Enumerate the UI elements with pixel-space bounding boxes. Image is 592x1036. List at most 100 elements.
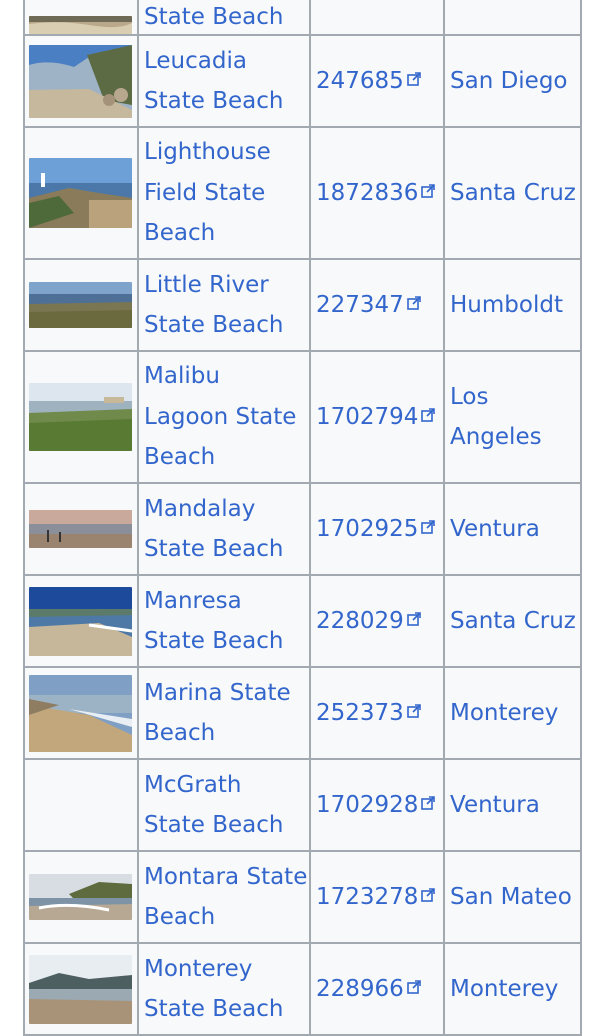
beach-name-cell: Little River State Beach (137, 258, 311, 352)
thumbnail-cell (23, 482, 139, 576)
county-link[interactable]: Ventura (450, 792, 540, 818)
county-cell: Ventura (443, 482, 582, 576)
beach-name-link[interactable]: Mandalay State Beach (144, 496, 283, 563)
beach-name-cell: McGrath State Beach (137, 758, 311, 852)
id-link[interactable]: 227347 (316, 292, 421, 318)
table-row: Marina State Beach 252373 Monterey (23, 666, 582, 760)
thumbnail-cell (23, 258, 139, 352)
id-cell (309, 0, 445, 36)
table-row: Mandalay State Beach 1702925 Ventura (23, 482, 582, 576)
beach-name-link[interactable]: Marina State Beach (144, 680, 291, 747)
external-link-icon (421, 519, 436, 534)
id-cell: 227347 (309, 258, 445, 352)
external-link-icon (407, 979, 421, 994)
state-beaches-table-wrapper: State Beach Leucadia State Beach 247685 … (23, 0, 582, 1036)
id-link[interactable]: 1723278 (316, 884, 436, 910)
county-cell: Monterey (443, 666, 582, 760)
beach-name-link[interactable]: Leucadia State Beach (144, 48, 283, 115)
beach-name-link[interactable]: Little River State Beach (144, 272, 283, 339)
thumbnail-cell (23, 574, 139, 668)
lighthouse-thumbnail[interactable] (29, 158, 132, 228)
beach-name-cell: Mandalay State Beach (137, 482, 311, 576)
table-row: Manresa State Beach 228029 Santa Cruz (23, 574, 582, 668)
beach-thumbnail[interactable] (29, 16, 132, 34)
external-link-icon (421, 407, 436, 422)
table-row: Little River State Beach 227347 Humboldt (23, 258, 582, 352)
id-cell: 247685 (309, 34, 445, 128)
county-cell: Monterey (443, 942, 582, 1036)
thumbnail-cell (23, 942, 139, 1036)
thumbnail-cell (23, 850, 139, 944)
id-cell: 1702794 (309, 350, 445, 484)
id-link[interactable]: 228029 (316, 608, 421, 634)
beach-name-cell: Lighthouse Field State Beach (137, 126, 311, 260)
id-link[interactable]: 252373 (316, 700, 421, 726)
malibu-thumbnail[interactable] (29, 383, 132, 451)
beach-name-cell: Malibu Lagoon State Beach (137, 350, 311, 484)
manresa-thumbnail[interactable] (29, 586, 132, 656)
external-link-icon (421, 887, 436, 902)
id-link[interactable]: 1702925 (316, 516, 436, 542)
id-cell: 1872836 (309, 126, 445, 260)
beach-name-link[interactable]: State Beach (144, 4, 283, 30)
table-row: McGrath State Beach 1702928 Ventura (23, 758, 582, 852)
thumbnail-cell (23, 350, 139, 484)
table-row: Monterey State Beach 228966 Monterey (23, 942, 582, 1036)
county-cell: Santa Cruz (443, 126, 582, 260)
thumbnail-cell (23, 126, 139, 260)
id-cell: 228029 (309, 574, 445, 668)
thumbnail-cell (23, 758, 139, 852)
county-link[interactable]: Monterey (450, 700, 558, 726)
external-link-icon (407, 295, 421, 310)
id-link[interactable]: 228966 (316, 976, 421, 1002)
county-cell: San Mateo (443, 850, 582, 944)
beach-name-link[interactable]: Montara State Beach (144, 864, 307, 931)
county-cell: San Diego (443, 34, 582, 128)
table-row: Malibu Lagoon State Beach 1702794 Los An… (23, 350, 582, 484)
table-row: Leucadia State Beach 247685 San Diego (23, 34, 582, 128)
county-link[interactable]: Los Angeles (450, 384, 542, 451)
beach-name-cell: State Beach (137, 0, 311, 36)
marina-thumbnail[interactable] (29, 674, 132, 752)
beach-name-link[interactable]: Lighthouse Field State Beach (144, 139, 271, 246)
state-beaches-table: State Beach Leucadia State Beach 247685 … (23, 0, 582, 1036)
monterey-thumbnail[interactable] (29, 954, 132, 1024)
external-link-icon (421, 795, 436, 810)
id-cell: 252373 (309, 666, 445, 760)
beach-name-cell: Marina State Beach (137, 666, 311, 760)
beach-name-cell: Montara State Beach (137, 850, 311, 944)
county-link[interactable]: San Mateo (450, 884, 572, 910)
beach-name-cell: Manresa State Beach (137, 574, 311, 668)
table-row: Lighthouse Field State Beach 1872836 San… (23, 126, 582, 260)
beach-name-link[interactable]: Monterey State Beach (144, 956, 283, 1023)
id-cell: 1723278 (309, 850, 445, 944)
county-cell: Ventura (443, 758, 582, 852)
little-river-thumbnail[interactable] (29, 282, 132, 328)
beach-name-link[interactable]: Malibu Lagoon State Beach (144, 363, 296, 470)
beach-name-link[interactable]: McGrath State Beach (144, 772, 283, 839)
beach-name-cell: Monterey State Beach (137, 942, 311, 1036)
county-link[interactable]: Monterey (450, 976, 558, 1002)
thumbnail-cell (23, 666, 139, 760)
id-link[interactable]: 247685 (316, 68, 421, 94)
id-link[interactable]: 1872836 (316, 180, 436, 206)
table-row: State Beach (23, 0, 582, 36)
thumbnail-cell (23, 0, 139, 36)
county-link[interactable]: Humboldt (450, 292, 563, 318)
county-cell: Santa Cruz (443, 574, 582, 668)
county-link[interactable]: Santa Cruz (450, 608, 576, 634)
county-cell: Los Angeles (443, 350, 582, 484)
id-link[interactable]: 1702928 (316, 792, 436, 818)
mandalay-thumbnail[interactable] (29, 510, 132, 548)
leucadia-thumbnail[interactable] (29, 44, 132, 118)
id-link[interactable]: 1702794 (316, 404, 436, 430)
beach-name-link[interactable]: Manresa State Beach (144, 588, 283, 655)
county-link[interactable]: Ventura (450, 516, 540, 542)
county-link[interactable]: Santa Cruz (450, 180, 576, 206)
montara-thumbnail[interactable] (29, 874, 132, 920)
external-link-icon (407, 71, 421, 86)
external-link-icon (407, 703, 421, 718)
county-link[interactable]: San Diego (450, 68, 568, 94)
external-link-icon (421, 183, 436, 198)
id-cell: 1702925 (309, 482, 445, 576)
